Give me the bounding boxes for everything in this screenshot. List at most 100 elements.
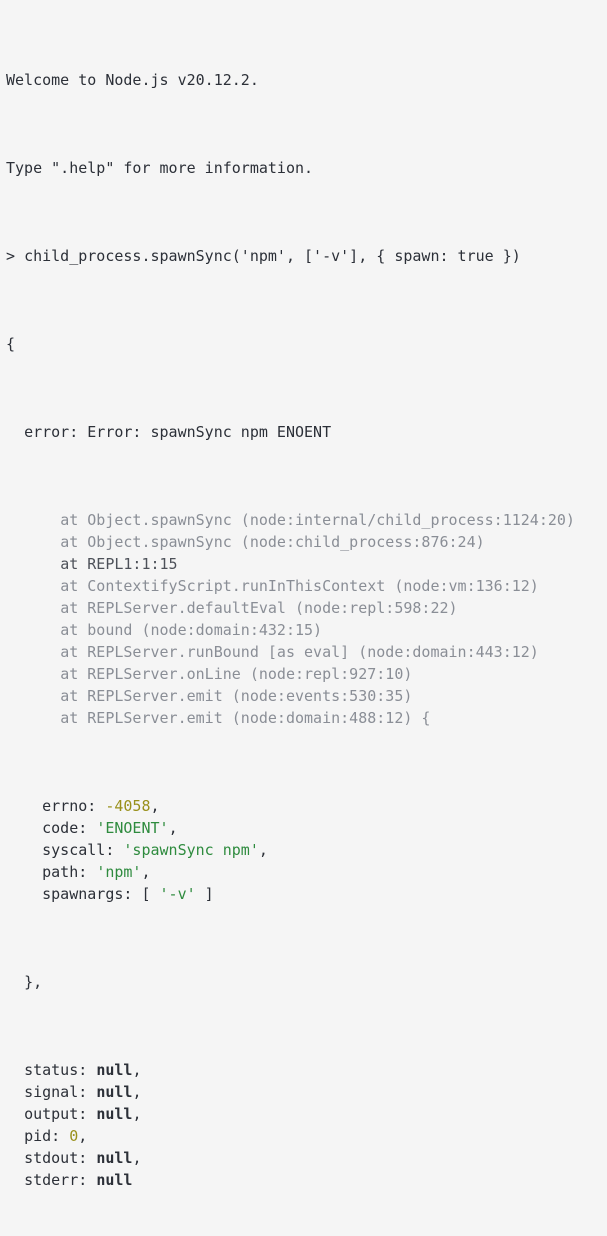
result-properties-list: status: null, signal: null, output: null… [6,1059,607,1191]
property-separator [87,1083,96,1101]
stack-frame-text: at ContextifyScript.runInThisContext (no… [60,577,539,595]
stack-indent [6,665,60,683]
property-key: stdout: [24,1149,88,1167]
error-close-indent [6,973,24,991]
stack-frame-text: at REPLServer.runBound [as eval] (node:d… [60,643,539,661]
prompt-symbol: > [6,247,16,265]
property-value: 'npm' [96,863,142,881]
property-key: output: [24,1105,88,1123]
stack-indent [6,511,60,529]
property-value: null [96,1061,133,1079]
stack-trace-line: at REPLServer.runBound [as eval] (node:d… [6,641,607,663]
stack-indent [6,599,60,617]
line-error-header: error: Error: spawnSync npm ENOENT [6,421,607,443]
property-key: signal: [24,1083,88,1101]
property-key: syscall: [42,841,115,859]
stack-frame-text: at Object.spawnSync (node:child_process:… [60,533,485,551]
property-indent [6,1149,24,1167]
error-properties-list: errno: -4058, code: 'ENOENT', syscall: '… [6,795,607,905]
result-property-row: output: null, [6,1103,607,1125]
property-key: code: [42,819,88,837]
stack-trace-line: at Object.spawnSync (node:internal/child… [6,509,607,531]
property-key: stderr: [24,1171,88,1189]
result-open-brace: { [6,335,16,353]
error-property-row: path: 'npm', [6,861,607,883]
stack-frame-text: at bound (node:domain:432:15) [60,621,323,639]
stack-indent [6,687,60,705]
result-property-row: signal: null, [6,1081,607,1103]
result-property-row: pid: 0, [6,1125,607,1147]
property-indent [6,797,42,815]
line-repl-prompt[interactable]: > child_process.spawnSync('npm', ['-v'],… [6,245,607,267]
property-comma: , [132,1083,142,1101]
terminal-output-pane[interactable]: Welcome to Node.js v20.12.2. Type ".help… [0,0,607,1189]
property-indent [6,841,42,859]
error-indent [6,423,24,441]
property-key: path: [42,863,88,881]
stack-frame-text: at REPLServer.defaultEval (node:repl:598… [60,599,458,617]
help-hint-text: Type ".help" for more information. [6,159,314,177]
error-property-row: code: 'ENOENT', [6,817,607,839]
stack-trace-line: at REPLServer.emit (node:domain:488:12) … [6,707,607,729]
property-comma: , [132,1061,142,1079]
stack-frame-text: at REPLServer.onLine (node:repl:927:10) [60,665,413,683]
stack-trace-line: at REPLServer.defaultEval (node:repl:598… [6,597,607,619]
property-indent [6,1105,24,1123]
property-key: status: [24,1061,88,1079]
property-separator [87,1171,96,1189]
line-welcome-banner: Welcome to Node.js v20.12.2. [6,69,607,91]
error-header-spacer [78,423,87,441]
result-property-row: status: null, [6,1059,607,1081]
property-separator [87,863,96,881]
stack-indent [6,533,60,551]
property-value: -4058 [105,797,151,815]
property-indent [6,1083,24,1101]
stack-trace-line: at REPL1:1:15 [6,553,607,575]
property-comma: , [78,1127,88,1145]
stack-trace-line: at bound (node:domain:432:15) [6,619,607,641]
property-value: '-v' [159,885,196,903]
property-separator [132,885,141,903]
property-comma: , [132,1149,142,1167]
property-value: null [96,1171,133,1189]
error-message-text: Error: spawnSync npm ENOENT [87,423,332,441]
stack-frame-text: at REPLServer.emit (node:domain:488:12) … [60,709,431,727]
result-property-row: stdout: null, [6,1147,607,1169]
property-value: null [96,1105,133,1123]
property-comma: , [132,1105,142,1123]
stack-frame-text: at Object.spawnSync (node:internal/child… [60,511,575,529]
error-property-row: spawnargs: [ '-v' ] [6,883,607,905]
property-comma: , [258,841,268,859]
property-indent [6,863,42,881]
stack-trace-line: at REPLServer.onLine (node:repl:927:10) [6,663,607,685]
property-value: null [96,1149,133,1167]
stack-trace-line: at ContextifyScript.runInThisContext (no… [6,575,607,597]
property-comma: , [141,863,151,881]
property-indent [6,1061,24,1079]
array-close-bracket: ] [195,885,214,903]
stack-indent [6,577,60,595]
property-separator [114,841,123,859]
stack-indent [6,621,60,639]
property-separator [87,1149,96,1167]
stack-frame-text: at REPLServer.emit (node:events:530:35) [60,687,413,705]
property-comma: , [168,819,178,837]
error-property-row: syscall: 'spawnSync npm', [6,839,607,861]
stack-indent [6,643,60,661]
property-indent [6,1171,24,1189]
line-help-hint: Type ".help" for more information. [6,157,607,179]
property-indent [6,1127,24,1145]
repl-command-text[interactable]: child_process.spawnSync('npm', ['-v'], {… [24,247,521,265]
property-separator [96,797,105,815]
stack-indent [6,709,60,727]
error-key-label: error: [24,423,79,441]
property-key: pid: [24,1127,61,1145]
property-indent [6,819,42,837]
property-value: null [96,1083,133,1101]
property-value: 'spawnSync npm' [123,841,259,859]
error-property-row: errno: -4058, [6,795,607,817]
stack-trace-line: at REPLServer.emit (node:events:530:35) [6,685,607,707]
stack-indent [6,555,60,573]
array-open-bracket: [ [141,885,160,903]
stack-trace-line: at Object.spawnSync (node:child_process:… [6,531,607,553]
